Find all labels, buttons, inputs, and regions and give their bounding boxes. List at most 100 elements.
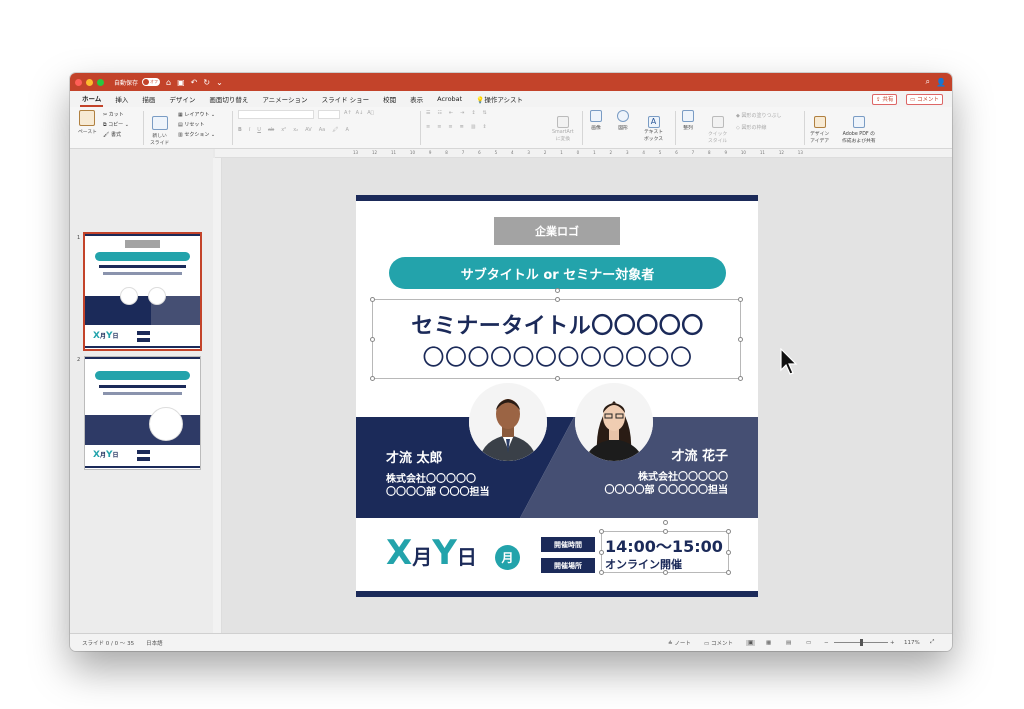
align-right-icon[interactable]: ≡: [448, 124, 452, 130]
zoom-slider-thumb[interactable]: [860, 639, 863, 646]
speaker2-photo[interactable]: [575, 383, 653, 461]
slide-thumbnail-1[interactable]: X月Y日: [83, 232, 202, 351]
change-case-icon[interactable]: Aa: [319, 127, 325, 133]
reading-view-button[interactable]: ▤: [786, 640, 791, 646]
text-direction-icon[interactable]: ⇅: [483, 110, 487, 116]
resize-handle[interactable]: [555, 376, 560, 381]
shape-fill-button[interactable]: ◆ 図形の塗りつぶし: [736, 110, 782, 122]
section-button[interactable]: ▥ セクション ⌄: [178, 130, 215, 140]
home-icon[interactable]: ⌂: [166, 78, 171, 87]
shrink-font-icon[interactable]: A↓: [356, 110, 364, 119]
resize-handle[interactable]: [738, 337, 743, 342]
zoom-window-button[interactable]: [97, 78, 104, 86]
speaker1-photo[interactable]: [469, 383, 547, 461]
picture-button[interactable]: 画像: [590, 110, 602, 131]
resize-handle[interactable]: [726, 550, 731, 555]
resize-handle[interactable]: [599, 550, 604, 555]
comments-button[interactable]: ▭ コメント: [906, 94, 943, 105]
subtitle-pill[interactable]: サブタイトル or セミナー対象者: [389, 257, 726, 289]
event-date[interactable]: X月Y日: [386, 533, 477, 573]
resize-handle[interactable]: [370, 337, 375, 342]
notes-button[interactable]: ≙ ノート: [668, 639, 691, 647]
resize-handle[interactable]: [370, 376, 375, 381]
subscript-icon[interactable]: x₂: [293, 127, 298, 133]
tab-slideshow[interactable]: スライド ショー: [320, 92, 372, 106]
tell-me-field[interactable]: 💡操作アシスト: [474, 92, 525, 106]
language-indicator[interactable]: 日本語: [146, 639, 163, 647]
autosave-toggle[interactable]: オフ: [142, 78, 161, 86]
arrange-button[interactable]: 整列: [682, 110, 694, 131]
resize-handle[interactable]: [599, 529, 604, 534]
highlight-icon[interactable]: 🖍: [332, 127, 338, 133]
zoom-level[interactable]: 117%: [904, 640, 920, 646]
tab-review[interactable]: 校閲: [381, 92, 398, 106]
decrease-indent-icon[interactable]: ⇤: [449, 110, 453, 116]
shapes-button[interactable]: 図形: [617, 110, 629, 131]
account-icon[interactable]: 👤: [936, 78, 946, 87]
quick-styles-button[interactable]: クイック スタイル: [708, 110, 727, 150]
resize-handle[interactable]: [726, 529, 731, 534]
search-icon[interactable]: ⌕: [926, 77, 930, 87]
comments-status-button[interactable]: ▭ コメント: [704, 639, 733, 647]
zoom-in-button[interactable]: +: [890, 640, 895, 646]
close-window-button[interactable]: [75, 78, 82, 86]
zoom-out-button[interactable]: −: [824, 640, 829, 646]
tab-animations[interactable]: アニメーション: [260, 92, 309, 106]
reset-button[interactable]: ▤ リセット: [178, 120, 215, 130]
save-icon[interactable]: ▣: [177, 78, 185, 87]
customize-toolbar-icon[interactable]: ⌄: [216, 78, 223, 87]
adobe-pdf-button[interactable]: Adobe PDF の 作成および共有: [842, 110, 876, 150]
textbox-button[interactable]: A テキスト ボックス: [644, 110, 663, 148]
columns-icon[interactable]: ▥: [471, 124, 476, 130]
cut-button[interactable]: ✂ カット: [103, 110, 129, 120]
weekday-badge[interactable]: 月: [495, 545, 520, 570]
rotate-handle[interactable]: [663, 520, 668, 525]
share-button[interactable]: ⇪ 共有: [872, 94, 898, 105]
speaker2-dept[interactable]: 〇〇〇〇部 〇〇〇〇〇担当: [605, 484, 728, 497]
numbering-icon[interactable]: ☷: [437, 110, 441, 116]
font-size-dropdown[interactable]: [318, 110, 340, 119]
format-painter-button[interactable]: 🖌 書式: [103, 130, 129, 140]
tab-design[interactable]: デザイン: [167, 92, 197, 106]
align-left-icon[interactable]: ≡: [426, 124, 430, 130]
char-spacing-icon[interactable]: AV: [305, 127, 312, 133]
event-place[interactable]: オンライン開催: [605, 556, 682, 572]
smartart-button[interactable]: SmartArt に変換: [552, 110, 574, 148]
paste-button[interactable]: ペースト: [78, 110, 97, 135]
justify-icon[interactable]: ≣: [460, 124, 464, 130]
tab-insert[interactable]: 挿入: [113, 92, 130, 106]
new-slide-button[interactable]: 新しい スライド: [150, 110, 169, 152]
speaker2-company[interactable]: 株式会社〇〇〇〇〇: [638, 471, 728, 484]
tab-acrobat[interactable]: Acrobat: [435, 93, 464, 105]
clear-format-icon[interactable]: A⃠: [367, 110, 373, 119]
increase-indent-icon[interactable]: ⇥: [460, 110, 464, 116]
underline-icon[interactable]: U: [257, 127, 261, 133]
speaker1-dept[interactable]: 〇〇〇〇部 〇〇〇担当: [386, 486, 489, 499]
slide-thumbnail-2[interactable]: X月Y日: [84, 356, 201, 470]
undo-icon[interactable]: ↶: [191, 78, 198, 87]
bullets-icon[interactable]: ☰: [426, 110, 430, 116]
slideshow-button[interactable]: ▭: [806, 640, 811, 646]
resize-handle[interactable]: [370, 297, 375, 302]
resize-handle[interactable]: [738, 297, 743, 302]
italic-icon[interactable]: I: [249, 127, 250, 133]
event-time[interactable]: 14:00〜15:00: [605, 533, 723, 557]
tab-view[interactable]: 表示: [408, 92, 425, 106]
redo-icon[interactable]: ↻: [203, 78, 210, 87]
superscript-icon[interactable]: x²: [281, 127, 286, 133]
design-ideas-button[interactable]: デザイン アイデア: [810, 110, 829, 150]
fit-slide-icon[interactable]: ⤢: [930, 639, 934, 646]
align-center-icon[interactable]: ≡: [437, 124, 441, 130]
rotate-handle[interactable]: [555, 288, 560, 293]
copy-button[interactable]: ⧉ コピー ⌄: [103, 120, 129, 130]
layout-button[interactable]: ▦ レイアウト ⌄: [178, 110, 215, 120]
tab-transitions[interactable]: 画面切り替え: [207, 92, 250, 106]
font-color-icon[interactable]: A: [346, 127, 349, 133]
minimize-window-button[interactable]: [86, 78, 93, 86]
company-logo-placeholder[interactable]: 企業ロゴ: [494, 217, 620, 245]
shape-outline-button[interactable]: ◇ 図形の枠線: [736, 122, 782, 134]
tab-draw[interactable]: 描画: [140, 92, 157, 106]
resize-handle[interactable]: [738, 376, 743, 381]
speaker2-name[interactable]: 才流 花子: [671, 445, 728, 464]
resize-handle[interactable]: [555, 297, 560, 302]
